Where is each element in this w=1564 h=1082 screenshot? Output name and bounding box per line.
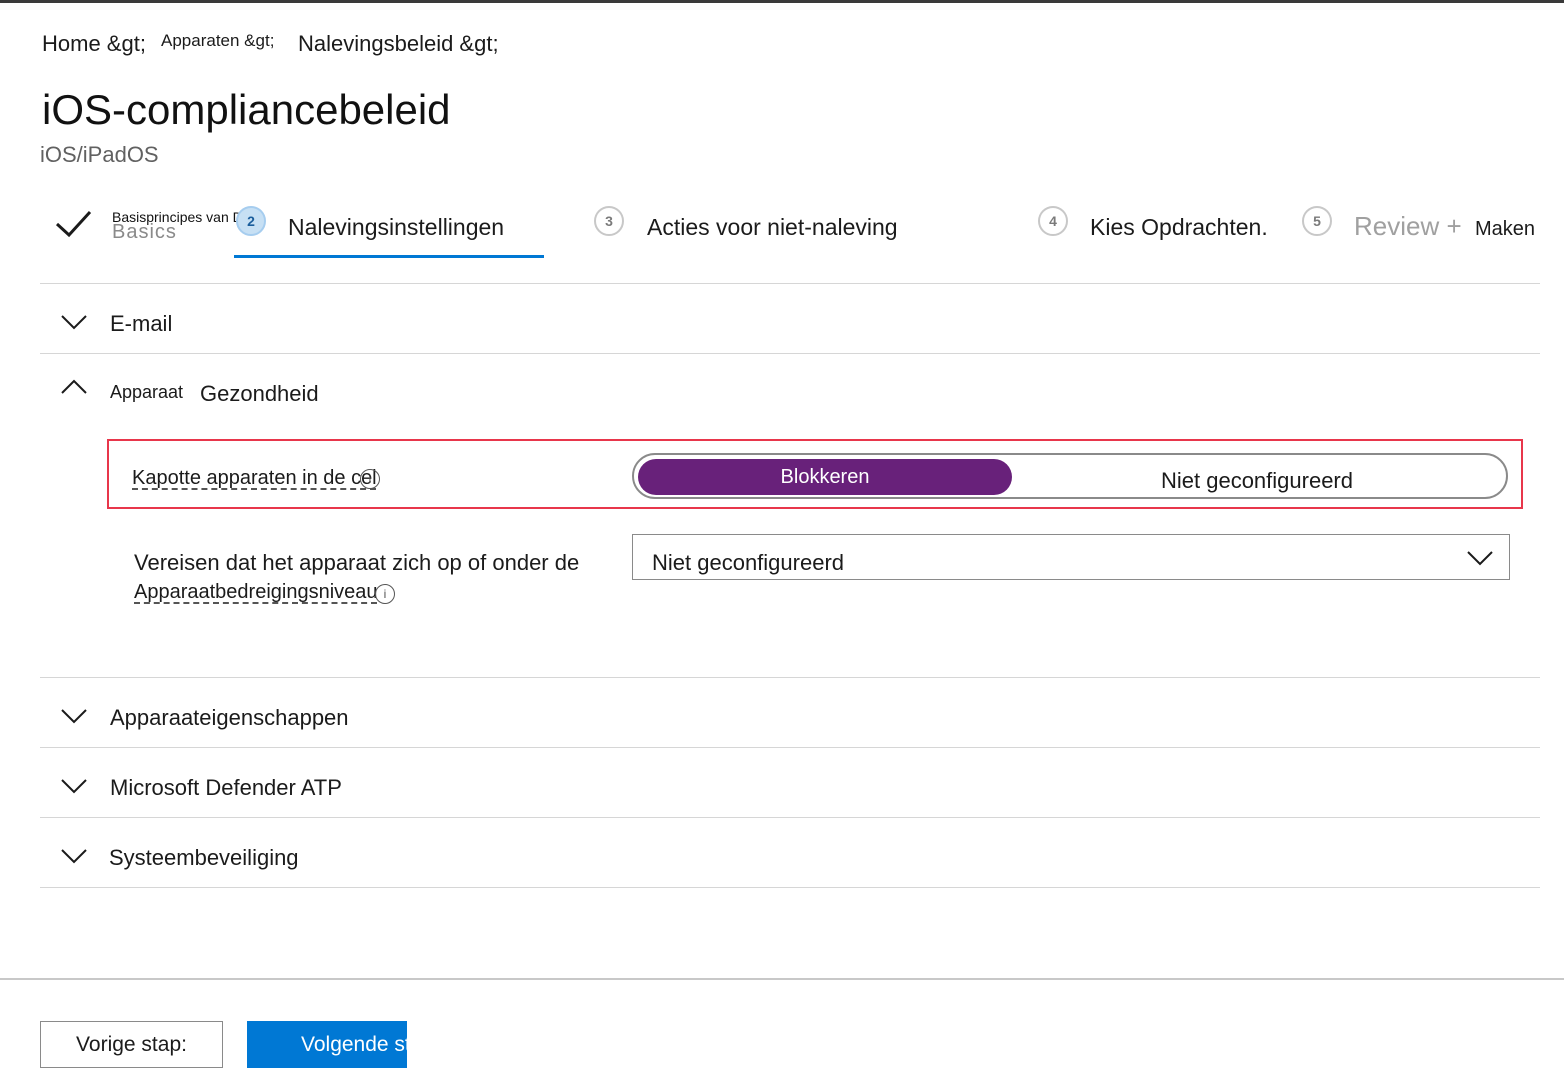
chevron-down-icon[interactable]: [60, 313, 88, 331]
info-icon[interactable]: i: [360, 469, 380, 489]
toggle-option-not-configured[interactable]: Niet geconfigureerd: [1012, 459, 1502, 503]
tab-assignments[interactable]: Kies Opdrachten.: [1090, 214, 1268, 241]
chevron-down-icon[interactable]: [60, 707, 88, 725]
tab-review-suffix[interactable]: Maken: [1475, 218, 1535, 241]
chevron-down-icon[interactable]: [1466, 549, 1494, 567]
section-defender-atp[interactable]: Microsoft Defender ATP: [110, 775, 342, 801]
threat-level-value: Niet geconfigureerd: [652, 550, 845, 575]
step-number-2: 2: [236, 206, 266, 236]
divider: [40, 747, 1540, 748]
divider: [40, 353, 1540, 354]
step-number-4: 4: [1038, 206, 1068, 236]
active-tab-indicator: [234, 255, 544, 258]
section-email[interactable]: E-mail: [110, 311, 172, 337]
section-device-health-prefix[interactable]: Apparaat: [110, 382, 183, 403]
divider: [40, 887, 1540, 888]
step-number-5: 5: [1302, 206, 1332, 236]
tab-review[interactable]: Review +: [1354, 211, 1462, 242]
next-button-label: Volgende stap: [301, 1033, 407, 1056]
footer-divider: [0, 978, 1564, 980]
checkmark-icon: [55, 210, 92, 238]
threat-level-label-line2: Apparaatbedreigingsniveau: [134, 581, 378, 603]
breadcrumb-home[interactable]: Home &gt;: [42, 31, 146, 57]
chevron-up-icon[interactable]: [60, 378, 88, 396]
page-subtitle: iOS/iPadOS: [40, 142, 159, 167]
divider: [40, 677, 1540, 678]
divider: [40, 817, 1540, 818]
section-device-health[interactable]: Gezondheid: [200, 381, 319, 407]
section-device-properties[interactable]: Apparaateigenschappen: [110, 705, 349, 731]
breadcrumb-compliance[interactable]: Nalevingsbeleid &gt;: [298, 31, 499, 57]
page-title: iOS-compliancebeleid: [42, 86, 451, 133]
top-border: [0, 0, 1564, 3]
jailbroken-label: Kapotte apparaten in de cel: [132, 467, 377, 489]
section-system-security[interactable]: Systeembeveiliging: [109, 845, 299, 871]
toggle-option-block[interactable]: Blokkeren: [638, 459, 1012, 495]
threat-level-label-line1: Vereisen dat het apparaat zich op of ond…: [134, 550, 580, 575]
chevron-down-icon[interactable]: [60, 777, 88, 795]
tab-noncompliance-actions[interactable]: Acties voor niet-naleving: [647, 214, 898, 241]
info-icon[interactable]: i: [375, 584, 395, 604]
next-button[interactable]: Volgende stap: [247, 1021, 407, 1068]
tab-compliance-settings[interactable]: Nalevingsinstellingen: [288, 214, 504, 241]
step-number-3: 3: [594, 206, 624, 236]
chevron-down-icon[interactable]: [60, 847, 88, 865]
breadcrumb-devices[interactable]: Apparaten &gt;: [161, 31, 274, 51]
divider: [40, 283, 1540, 284]
previous-button[interactable]: Vorige stap:: [40, 1021, 223, 1068]
